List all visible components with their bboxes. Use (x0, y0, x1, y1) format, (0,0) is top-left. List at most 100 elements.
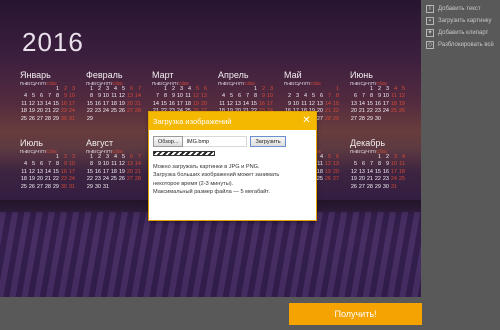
day-cell: 17 (176, 100, 183, 107)
day-cell: 4 (393, 86, 397, 92)
day-cell: 10 (292, 100, 299, 107)
day-cell: 1 (377, 154, 381, 160)
day-cell: 17 (102, 100, 109, 107)
day-cell: 10 (102, 93, 109, 100)
day-cell: 3 (269, 86, 273, 92)
day-cell: 2 (287, 93, 291, 100)
day-cell: 11 (317, 161, 323, 168)
add-text-item[interactable]: T Добавить текст (426, 3, 500, 14)
text-icon: T (426, 4, 434, 13)
day-cell: 21 (44, 108, 51, 115)
day-cell: 23 (60, 176, 67, 183)
day-cell: 12 (308, 100, 315, 107)
day-cell: 13 (126, 93, 133, 100)
day-cell: 23 (94, 108, 101, 115)
day-cell: 13 (332, 161, 339, 168)
day-cell: 23 (94, 176, 101, 183)
month-name: Апрель (218, 70, 249, 80)
day-cell: 24 (102, 176, 109, 183)
day-cell: 4 (23, 93, 27, 100)
day-cell: 10 (382, 93, 389, 100)
day-cell: 15 (86, 100, 93, 107)
day-cell: 19 (28, 108, 35, 115)
upload-button[interactable]: Загрузить (250, 136, 286, 147)
image-upload-dialog: Загрузка изображений ✕ Обзор... IMG.bmp … (148, 111, 317, 221)
day-cell: 3 (71, 154, 75, 160)
day-cell: 21 (134, 168, 141, 175)
dialog-header: Загрузка изображений ✕ (149, 112, 316, 130)
day-cell: 6 (39, 161, 43, 168)
day-cell: 19 (324, 168, 331, 175)
day-cell: 14 (324, 100, 331, 107)
day-cell: 24 (390, 176, 397, 183)
day-cell: 11 (21, 168, 27, 175)
add-text-label: Добавить текст (438, 5, 481, 12)
month-block: Июль ПнВтСрЧтПтСбВс 1 2 3 4 5 6 7 8 9 10 11 12 13 14 15 1… (20, 138, 82, 191)
get-button[interactable]: Получить! (289, 303, 422, 325)
day-cell: 26 (28, 183, 35, 190)
day-cell: 10 (68, 161, 75, 168)
day-cell: 1 (89, 154, 93, 160)
add-clipart-item[interactable]: ✦ Добавить клипарт (426, 27, 500, 38)
month-name: Июль (20, 138, 43, 148)
day-cell: 12 (118, 93, 125, 100)
day-cell: 8 (55, 161, 59, 168)
day-cell: 9 (377, 93, 381, 100)
info-line: Загрузка больших изображений может заним… (153, 172, 280, 179)
day-cell: 17 (68, 100, 75, 107)
unlock-all-item[interactable]: ◇ Разблокировать всё (426, 39, 500, 50)
day-cell: 6 (129, 86, 133, 92)
day-cell: 20 (332, 168, 339, 175)
day-cell: 16 (382, 168, 389, 175)
day-cell: 13 (316, 100, 323, 107)
month-block: Декабрь ПнВтСрЧтПтСбВс 1 2 3 4 5 6 7 8 9 10 11 12 13 14… (350, 138, 412, 191)
file-picker: Обзор... IMG.bmp Загрузить (153, 136, 314, 147)
close-icon[interactable]: ✕ (301, 115, 312, 126)
day-cell: 9 (97, 93, 101, 100)
day-cell: 29 (52, 115, 59, 122)
day-cell: 4 (113, 86, 117, 92)
day-cell: 16 (374, 100, 381, 107)
day-cell: 27 (36, 115, 43, 122)
day-cell: 18 (20, 176, 27, 183)
day-grid: 1234567891011121314151617181920212223242… (20, 154, 82, 191)
day-cell: 30 (374, 115, 381, 122)
day-cell: 7 (137, 154, 141, 160)
day-cell: 23 (382, 176, 389, 183)
day-cell: 14 (366, 168, 373, 175)
browse-button[interactable]: Обзор... (153, 136, 184, 147)
day-grid: 1234567891011121314151617181920212223242… (20, 86, 82, 123)
day-cell: 8 (163, 93, 167, 100)
day-cell: 21 (358, 108, 365, 115)
day-cell: 26 (350, 183, 357, 190)
day-cell: 21 (324, 108, 331, 115)
day-cell: 7 (155, 93, 159, 100)
day-grid: 1234567891011121314151617181920212223242… (86, 86, 148, 123)
day-cell: 15 (86, 168, 93, 175)
day-cell: 16 (60, 100, 67, 107)
day-cell: 3 (105, 86, 109, 92)
day-cell: 9 (261, 93, 265, 100)
day-cell: 29 (366, 115, 373, 122)
day-cell: 1 (55, 86, 59, 92)
day-cell: 28 (366, 183, 373, 190)
day-cell: 17 (102, 168, 109, 175)
day-cell: 2 (385, 154, 389, 160)
day-cell: 25 (110, 108, 117, 115)
upload-image-item[interactable]: ▪ Загрузить картинку (426, 15, 500, 26)
day-cell: 14 (134, 161, 141, 168)
day-cell: 1 (89, 86, 93, 92)
month-block: Август ПнВтСрЧтПтСбВс 1 2 3 4 5 6 7 8 9 10 11 12 13 14 1… (86, 138, 148, 191)
day-cell: 8 (89, 161, 93, 168)
day-cell: 27 (36, 183, 43, 190)
day-cell: 5 (353, 161, 357, 168)
day-cell: 24 (382, 108, 389, 115)
day-cell: 18 (110, 100, 117, 107)
day-cell: 9 (287, 100, 291, 107)
day-cell: 14 (44, 100, 51, 107)
day-cell: 31 (68, 115, 75, 122)
day-cell: 15 (332, 100, 339, 107)
day-cell: 29 (332, 115, 339, 122)
day-cell: 8 (377, 161, 381, 168)
day-cell: 27 (350, 115, 357, 122)
